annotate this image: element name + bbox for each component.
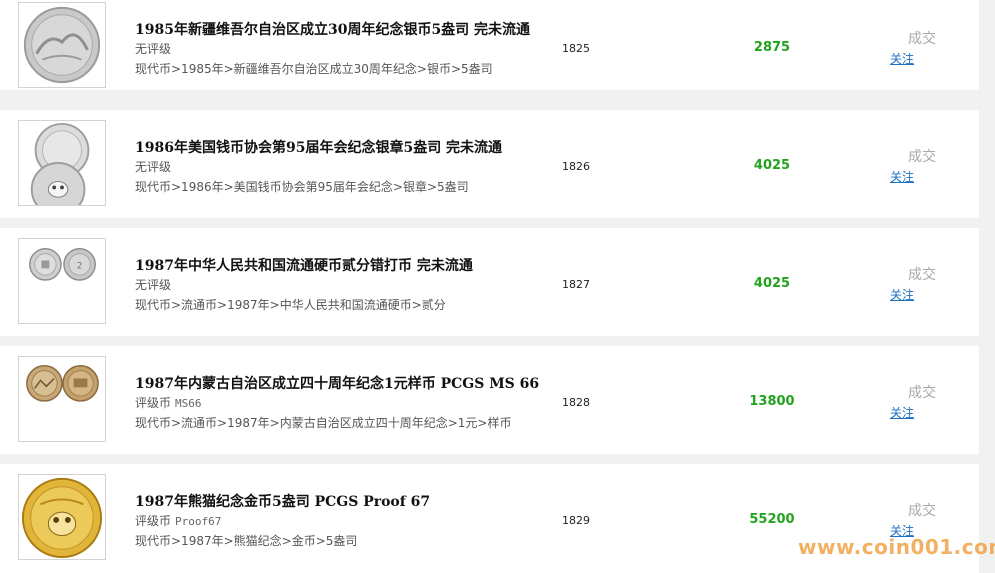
deal-status: 成交 xyxy=(908,149,936,165)
silver-medal-icon xyxy=(19,121,105,205)
item-title[interactable]: 1987年中华人民共和国流通硬币贰分错打币 完未流通 xyxy=(135,255,473,275)
lot-number: 1826 xyxy=(562,160,590,173)
hammer-price: 4025 xyxy=(753,158,791,173)
item-breadcrumb[interactable]: 现代币>1987年>熊猫纪念>金币>5盎司 xyxy=(135,532,357,549)
list-item: 1987年内蒙古自治区成立四十周年纪念1元样币 PCGS MS 66 评级币 MS… xyxy=(0,346,979,454)
lot-number: 1829 xyxy=(562,514,590,527)
hammer-price: 2875 xyxy=(753,40,791,55)
list-item: 1986年美国钱币协会第95届年会纪念银章5盎司 完未流通 无评级 现代币>19… xyxy=(0,110,979,218)
item-grade: 评级币 MS66 xyxy=(135,396,202,410)
follow-link[interactable]: 关注 xyxy=(890,168,914,185)
coin-thumbnail[interactable] xyxy=(18,2,106,88)
item-title[interactable]: 1987年内蒙古自治区成立四十周年纪念1元样币 PCGS MS 66 xyxy=(135,373,539,393)
hammer-price: 4025 xyxy=(753,276,791,291)
lot-number: 1828 xyxy=(562,396,590,409)
copper-coins-icon xyxy=(19,357,105,441)
hammer-price: 13800 xyxy=(749,394,795,409)
coin-thumbnail[interactable] xyxy=(18,356,106,442)
coin-thumbnail[interactable] xyxy=(18,474,106,560)
item-breadcrumb[interactable]: 现代币>1985年>新疆维吾尔自治区成立30周年纪念>银币>5盎司 xyxy=(135,60,493,77)
lot-number: 1825 xyxy=(562,42,590,55)
item-grade: 评级币 Proof67 xyxy=(135,514,222,528)
deal-status: 成交 xyxy=(908,385,936,401)
list-item: 2 1987年中华人民共和国流通硬币贰分错打币 完未流通 无评级 现代币>流通币… xyxy=(0,228,979,336)
item-grade: 无评级 xyxy=(135,42,172,56)
hammer-price: 55200 xyxy=(749,512,795,527)
item-title[interactable]: 1986年美国钱币协会第95届年会纪念银章5盎司 完未流通 xyxy=(135,137,502,157)
follow-link[interactable]: 关注 xyxy=(890,404,914,421)
silver-coin-icon xyxy=(19,3,105,87)
deal-status: 成交 xyxy=(908,503,936,519)
two-coins-icon: 2 xyxy=(19,239,105,323)
item-title[interactable]: 1987年熊猫纪念金币5盎司 PCGS Proof 67 xyxy=(135,491,430,511)
lot-number: 1827 xyxy=(562,278,590,291)
follow-link[interactable]: 关注 xyxy=(890,50,914,67)
svg-text:2: 2 xyxy=(77,261,83,271)
item-title[interactable]: 1985年新疆维吾尔自治区成立30周年纪念银币5盎司 完未流通 xyxy=(135,19,530,39)
item-breadcrumb[interactable]: 现代币>流通币>1987年>中华人民共和国流通硬币>贰分 xyxy=(135,296,446,313)
item-grade: 无评级 xyxy=(135,160,172,174)
coin-thumbnail[interactable]: 2 xyxy=(18,238,106,324)
item-breadcrumb[interactable]: 现代币>1986年>美国钱币协会第95届年会纪念>银章>5盎司 xyxy=(135,178,469,195)
site-watermark: www.coin001.com xyxy=(798,535,995,559)
coin-thumbnail[interactable] xyxy=(18,120,106,206)
deal-status: 成交 xyxy=(908,31,936,47)
follow-link[interactable]: 关注 xyxy=(890,286,914,303)
item-breadcrumb[interactable]: 现代币>流通币>1987年>内蒙古自治区成立四十周年纪念>1元>样币 xyxy=(135,414,511,431)
auction-results-list: 1985年新疆维吾尔自治区成立30周年纪念银币5盎司 完未流通 无评级 现代币>… xyxy=(0,0,995,573)
item-grade: 无评级 xyxy=(135,278,172,292)
gold-coin-icon xyxy=(19,475,105,559)
list-item: 1985年新疆维吾尔自治区成立30周年纪念银币5盎司 完未流通 无评级 现代币>… xyxy=(0,0,979,90)
deal-status: 成交 xyxy=(908,267,936,283)
